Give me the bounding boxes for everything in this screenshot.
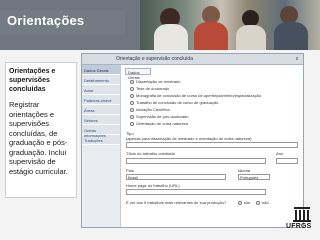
side-menu-item[interactable]: Dados Gerais	[82, 65, 120, 75]
side-menu-item[interactable]: Palavras-chave	[82, 95, 120, 105]
tipo-select[interactable]	[126, 142, 298, 148]
radio-icon	[130, 93, 134, 98]
radio-sim[interactable]: sim	[238, 200, 250, 207]
idioma-select[interactable]: Português	[238, 174, 270, 180]
radio-icon	[130, 79, 134, 84]
radio-option[interactable]: Tese de doutorado	[130, 86, 169, 93]
students-photo	[140, 0, 320, 50]
radio-option[interactable]: Trabalho de conclusão de curso de gradua…	[130, 100, 218, 107]
side-menu-item[interactable]: Outras informações	[82, 125, 120, 138]
side-menu-item[interactable]: Detalhamento	[82, 75, 120, 85]
radio-icon	[238, 200, 242, 205]
tipo-hint: (apenas para dissertação de mestrado e o…	[126, 136, 252, 141]
ufrgs-logo-icon	[293, 207, 311, 222]
slide: Orientações Orientações e supervisões co…	[0, 0, 320, 240]
tab-dados-gerais[interactable]: Dados Gerais	[125, 68, 151, 80]
side-menu-item[interactable]: Áreas	[82, 105, 120, 115]
description-heading: Orientações e supervisões concluídas	[9, 68, 56, 93]
ano-label: Ano	[276, 151, 284, 156]
radio-icon	[256, 200, 260, 205]
side-menu: Dados Gerais Detalhamento Autor Palavras…	[82, 65, 121, 227]
close-icon[interactable]: x	[294, 56, 300, 62]
radio-option[interactable]: Dissertação de mestrado	[130, 79, 180, 86]
radio-option[interactable]: Supervisão de pós-doutorado	[130, 114, 188, 121]
radio-option[interactable]: Orientação de outra natureza	[130, 121, 188, 128]
radio-option[interactable]: Iniciação Científica	[130, 107, 170, 114]
radio-nao[interactable]: não	[256, 200, 269, 207]
titulo-label: Título do trabalho orientado	[126, 151, 175, 156]
radio-option[interactable]: Monografia de conclusão de curso de aper…	[130, 93, 261, 100]
pais-label: País	[126, 168, 135, 173]
form-area: Dados Gerais Dissertação de mestrado Tes…	[122, 65, 303, 227]
radio-icon	[130, 121, 134, 126]
radio-icon	[130, 86, 134, 91]
side-menu-item[interactable]: Autor	[82, 85, 120, 95]
titulo-input[interactable]	[126, 158, 266, 164]
window-title: Orientação e supervisão concluída	[116, 56, 193, 62]
page-title: Orientações	[7, 13, 85, 28]
description-text: Registrar orientações e supervisões conc…	[9, 100, 68, 176]
description-panel: Orientações e supervisões concluídas Reg…	[5, 62, 77, 198]
pais-select[interactable]: Brasil	[126, 174, 226, 180]
ano-input[interactable]	[276, 158, 298, 164]
homepage-label: Home page do trabalho (URL)	[126, 183, 180, 188]
radio-icon	[130, 107, 134, 112]
logo-text: UFRGS	[286, 223, 312, 230]
homepage-input[interactable]	[126, 189, 266, 195]
radio-icon	[130, 100, 134, 105]
side-menu-item[interactable]: Setores	[82, 115, 120, 125]
window-titlebar: Orientação e supervisão concluída x	[82, 54, 303, 65]
header-banner: Orientações	[0, 0, 320, 50]
radio-icon	[130, 114, 134, 119]
relevante-label: É um dos 5 trabalhos mais relevantes de …	[126, 200, 227, 205]
idioma-label: Idioma	[238, 168, 251, 173]
form-window: Orientação e supervisão concluída x Dado…	[81, 53, 304, 228]
